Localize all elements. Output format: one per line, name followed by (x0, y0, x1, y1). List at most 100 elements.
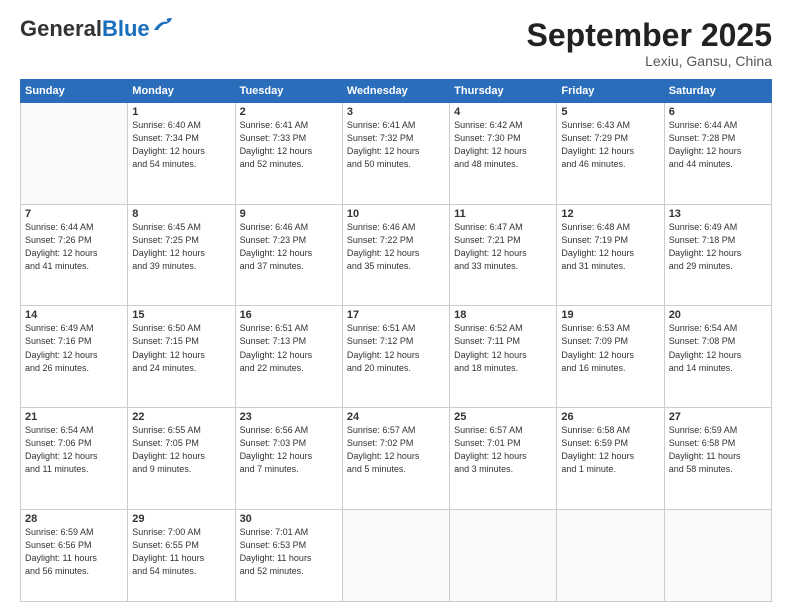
table-row: 23Sunrise: 6:56 AMSunset: 7:03 PMDayligh… (235, 408, 342, 510)
col-monday: Monday (128, 80, 235, 103)
table-row: 25Sunrise: 6:57 AMSunset: 7:01 PMDayligh… (450, 408, 557, 510)
table-row: 27Sunrise: 6:59 AMSunset: 6:58 PMDayligh… (664, 408, 771, 510)
logo: GeneralBlue (20, 18, 174, 40)
day-info: Sunrise: 6:49 AMSunset: 7:18 PMDaylight:… (669, 221, 767, 273)
page: GeneralBlue September 2025 Lexiu, Gansu,… (0, 0, 792, 612)
day-info: Sunrise: 6:41 AMSunset: 7:33 PMDaylight:… (240, 119, 338, 171)
table-row: 7Sunrise: 6:44 AMSunset: 7:26 PMDaylight… (21, 204, 128, 306)
logo-general: General (20, 16, 102, 41)
table-row: 28Sunrise: 6:59 AMSunset: 6:56 PMDayligh… (21, 509, 128, 601)
table-row: 24Sunrise: 6:57 AMSunset: 7:02 PMDayligh… (342, 408, 449, 510)
day-number: 12 (561, 208, 659, 220)
day-number: 6 (669, 106, 767, 118)
day-number: 28 (25, 513, 123, 525)
day-info: Sunrise: 6:58 AMSunset: 6:59 PMDaylight:… (561, 424, 659, 476)
table-row (450, 509, 557, 601)
day-number: 22 (132, 411, 230, 423)
day-info: Sunrise: 6:40 AMSunset: 7:34 PMDaylight:… (132, 119, 230, 171)
day-info: Sunrise: 6:53 AMSunset: 7:09 PMDaylight:… (561, 322, 659, 374)
logo-bird-icon (152, 16, 174, 34)
table-row: 30Sunrise: 7:01 AMSunset: 6:53 PMDayligh… (235, 509, 342, 601)
table-row (21, 103, 128, 205)
day-info: Sunrise: 6:43 AMSunset: 7:29 PMDaylight:… (561, 119, 659, 171)
location-subtitle: Lexiu, Gansu, China (527, 53, 772, 69)
table-row: 16Sunrise: 6:51 AMSunset: 7:13 PMDayligh… (235, 306, 342, 408)
col-friday: Friday (557, 80, 664, 103)
day-info: Sunrise: 6:51 AMSunset: 7:12 PMDaylight:… (347, 322, 445, 374)
day-info: Sunrise: 6:55 AMSunset: 7:05 PMDaylight:… (132, 424, 230, 476)
day-info: Sunrise: 7:00 AMSunset: 6:55 PMDaylight:… (132, 526, 230, 578)
day-info: Sunrise: 6:56 AMSunset: 7:03 PMDaylight:… (240, 424, 338, 476)
day-number: 30 (240, 513, 338, 525)
day-info: Sunrise: 6:59 AMSunset: 6:58 PMDaylight:… (669, 424, 767, 476)
day-number: 13 (669, 208, 767, 220)
day-info: Sunrise: 6:50 AMSunset: 7:15 PMDaylight:… (132, 322, 230, 374)
day-info: Sunrise: 6:52 AMSunset: 7:11 PMDaylight:… (454, 322, 552, 374)
month-title: September 2025 (527, 18, 772, 53)
day-number: 18 (454, 309, 552, 321)
day-number: 3 (347, 106, 445, 118)
table-row: 22Sunrise: 6:55 AMSunset: 7:05 PMDayligh… (128, 408, 235, 510)
day-info: Sunrise: 6:47 AMSunset: 7:21 PMDaylight:… (454, 221, 552, 273)
day-number: 19 (561, 309, 659, 321)
day-number: 24 (347, 411, 445, 423)
day-number: 20 (669, 309, 767, 321)
table-row: 2Sunrise: 6:41 AMSunset: 7:33 PMDaylight… (235, 103, 342, 205)
table-row: 8Sunrise: 6:45 AMSunset: 7:25 PMDaylight… (128, 204, 235, 306)
day-info: Sunrise: 6:51 AMSunset: 7:13 PMDaylight:… (240, 322, 338, 374)
table-row: 13Sunrise: 6:49 AMSunset: 7:18 PMDayligh… (664, 204, 771, 306)
table-row: 26Sunrise: 6:58 AMSunset: 6:59 PMDayligh… (557, 408, 664, 510)
col-thursday: Thursday (450, 80, 557, 103)
day-info: Sunrise: 6:42 AMSunset: 7:30 PMDaylight:… (454, 119, 552, 171)
day-number: 15 (132, 309, 230, 321)
day-info: Sunrise: 6:59 AMSunset: 6:56 PMDaylight:… (25, 526, 123, 578)
table-row: 10Sunrise: 6:46 AMSunset: 7:22 PMDayligh… (342, 204, 449, 306)
table-row (557, 509, 664, 601)
table-row (664, 509, 771, 601)
logo-blue: Blue (102, 16, 150, 41)
day-number: 10 (347, 208, 445, 220)
table-row: 14Sunrise: 6:49 AMSunset: 7:16 PMDayligh… (21, 306, 128, 408)
day-info: Sunrise: 6:41 AMSunset: 7:32 PMDaylight:… (347, 119, 445, 171)
table-row: 5Sunrise: 6:43 AMSunset: 7:29 PMDaylight… (557, 103, 664, 205)
day-info: Sunrise: 6:44 AMSunset: 7:28 PMDaylight:… (669, 119, 767, 171)
header: GeneralBlue September 2025 Lexiu, Gansu,… (20, 18, 772, 69)
day-info: Sunrise: 6:57 AMSunset: 7:02 PMDaylight:… (347, 424, 445, 476)
calendar-table: Sunday Monday Tuesday Wednesday Thursday… (20, 79, 772, 602)
table-row: 17Sunrise: 6:51 AMSunset: 7:12 PMDayligh… (342, 306, 449, 408)
day-number: 26 (561, 411, 659, 423)
day-info: Sunrise: 6:48 AMSunset: 7:19 PMDaylight:… (561, 221, 659, 273)
table-row: 20Sunrise: 6:54 AMSunset: 7:08 PMDayligh… (664, 306, 771, 408)
day-number: 23 (240, 411, 338, 423)
day-number: 21 (25, 411, 123, 423)
table-row: 29Sunrise: 7:00 AMSunset: 6:55 PMDayligh… (128, 509, 235, 601)
table-row: 4Sunrise: 6:42 AMSunset: 7:30 PMDaylight… (450, 103, 557, 205)
col-sunday: Sunday (21, 80, 128, 103)
day-info: Sunrise: 6:45 AMSunset: 7:25 PMDaylight:… (132, 221, 230, 273)
col-tuesday: Tuesday (235, 80, 342, 103)
table-row: 15Sunrise: 6:50 AMSunset: 7:15 PMDayligh… (128, 306, 235, 408)
day-info: Sunrise: 6:49 AMSunset: 7:16 PMDaylight:… (25, 322, 123, 374)
day-info: Sunrise: 6:46 AMSunset: 7:22 PMDaylight:… (347, 221, 445, 273)
table-row: 11Sunrise: 6:47 AMSunset: 7:21 PMDayligh… (450, 204, 557, 306)
day-number: 8 (132, 208, 230, 220)
day-number: 27 (669, 411, 767, 423)
day-number: 16 (240, 309, 338, 321)
day-number: 4 (454, 106, 552, 118)
calendar-header-row: Sunday Monday Tuesday Wednesday Thursday… (21, 80, 772, 103)
table-row: 21Sunrise: 6:54 AMSunset: 7:06 PMDayligh… (21, 408, 128, 510)
day-info: Sunrise: 6:44 AMSunset: 7:26 PMDaylight:… (25, 221, 123, 273)
table-row: 3Sunrise: 6:41 AMSunset: 7:32 PMDaylight… (342, 103, 449, 205)
table-row: 19Sunrise: 6:53 AMSunset: 7:09 PMDayligh… (557, 306, 664, 408)
table-row: 6Sunrise: 6:44 AMSunset: 7:28 PMDaylight… (664, 103, 771, 205)
title-block: September 2025 Lexiu, Gansu, China (527, 18, 772, 69)
day-number: 29 (132, 513, 230, 525)
col-wednesday: Wednesday (342, 80, 449, 103)
table-row: 18Sunrise: 6:52 AMSunset: 7:11 PMDayligh… (450, 306, 557, 408)
logo-text: GeneralBlue (20, 18, 150, 40)
day-number: 25 (454, 411, 552, 423)
day-info: Sunrise: 7:01 AMSunset: 6:53 PMDaylight:… (240, 526, 338, 578)
day-number: 11 (454, 208, 552, 220)
day-number: 17 (347, 309, 445, 321)
day-number: 2 (240, 106, 338, 118)
